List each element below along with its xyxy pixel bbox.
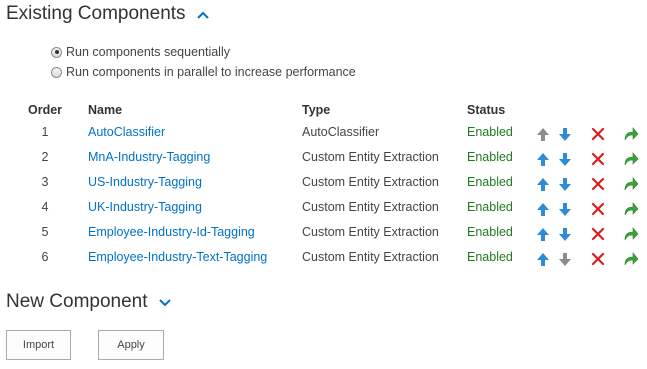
delete-icon[interactable] [590, 126, 606, 142]
table-row: 5 Employee-Industry-Id-Tagging Custom Enti… [0, 221, 647, 246]
delete-icon[interactable] [590, 251, 606, 267]
column-header-status: Status [467, 103, 506, 117]
component-type: Custom Entity Extraction [302, 175, 439, 189]
move-down-icon [557, 251, 573, 267]
enable-arrow-icon[interactable] [623, 176, 639, 192]
component-status: Enabled [467, 150, 513, 164]
chevron-up-icon[interactable] [197, 3, 209, 25]
row-order: 4 [41, 200, 49, 214]
row-order: 6 [41, 250, 49, 264]
column-header-name: Name [88, 103, 123, 117]
run-sequential-option[interactable]: Run components sequentially [51, 44, 230, 60]
delete-icon[interactable] [590, 151, 606, 167]
move-up-icon[interactable] [535, 226, 551, 242]
table-row: 4 UK-Industry-Tagging Custom Entity Extrac… [0, 196, 647, 221]
table-row: 2 MnA-Industry-Tagging Custom Entity Extra… [0, 146, 647, 171]
component-type: Custom Entity Extraction [302, 200, 439, 214]
component-type: Custom Entity Extraction [302, 150, 439, 164]
import-button[interactable]: Import [6, 330, 71, 360]
enable-arrow-icon[interactable] [623, 226, 639, 242]
delete-icon[interactable] [590, 201, 606, 217]
component-name-link[interactable]: Employee-Industry-Id-Tagging [88, 225, 255, 239]
move-up-icon [535, 126, 551, 142]
column-header-type: Type [302, 103, 331, 117]
move-down-icon[interactable] [557, 226, 573, 242]
component-name-link[interactable]: MnA-Industry-Tagging [88, 150, 210, 164]
component-status: Enabled [467, 125, 513, 139]
enable-arrow-icon[interactable] [623, 126, 639, 142]
component-status: Enabled [467, 225, 513, 239]
run-parallel-option[interactable]: Run components in parallel to increase p… [51, 64, 356, 80]
existing-components-title: Existing Components [6, 3, 186, 25]
move-up-icon[interactable] [535, 251, 551, 267]
component-type: AutoClassifier [302, 125, 380, 139]
move-down-icon[interactable] [557, 176, 573, 192]
row-order: 1 [41, 125, 49, 139]
row-order: 3 [41, 175, 49, 189]
run-parallel-radio[interactable] [51, 66, 62, 78]
row-order: 2 [41, 150, 49, 164]
move-up-icon[interactable] [535, 201, 551, 217]
run-parallel-label: Run components in parallel to increase p… [66, 65, 356, 79]
move-down-icon[interactable] [557, 151, 573, 167]
delete-icon[interactable] [590, 176, 606, 192]
apply-button[interactable]: Apply [98, 330, 164, 360]
move-up-icon[interactable] [535, 176, 551, 192]
enable-arrow-icon[interactable] [623, 201, 639, 217]
component-name-link[interactable]: Employee-Industry-Text-Tagging [88, 250, 267, 264]
component-status: Enabled [467, 200, 513, 214]
component-status: Enabled [467, 175, 513, 189]
component-status: Enabled [467, 250, 513, 264]
new-component-header[interactable]: New Component [6, 291, 171, 313]
table-row: 6 Employee-Industry-Text-Tagging Custom En… [0, 246, 647, 271]
run-sequential-label: Run components sequentially [66, 45, 230, 59]
row-order: 5 [41, 225, 49, 239]
component-type: Custom Entity Extraction [302, 225, 439, 239]
existing-components-header[interactable]: Existing Components [6, 3, 209, 25]
table-row: 3 US-Industry-Tagging Custom Entity Extrac… [0, 171, 647, 196]
enable-arrow-icon[interactable] [623, 251, 639, 267]
column-header-order: Order [28, 103, 63, 117]
run-sequential-radio[interactable] [51, 46, 62, 58]
table-row: 1 AutoClassifier AutoClassifier Enabled [0, 121, 647, 146]
new-component-title: New Component [6, 291, 148, 313]
component-name-link[interactable]: AutoClassifier [88, 125, 165, 139]
move-down-icon[interactable] [557, 201, 573, 217]
chevron-down-icon[interactable] [159, 291, 171, 313]
component-type: Custom Entity Extraction [302, 250, 439, 264]
component-name-link[interactable]: UK-Industry-Tagging [88, 200, 202, 214]
move-up-icon[interactable] [535, 151, 551, 167]
move-down-icon[interactable] [557, 126, 573, 142]
component-name-link[interactable]: US-Industry-Tagging [88, 175, 202, 189]
enable-arrow-icon[interactable] [623, 151, 639, 167]
delete-icon[interactable] [590, 226, 606, 242]
